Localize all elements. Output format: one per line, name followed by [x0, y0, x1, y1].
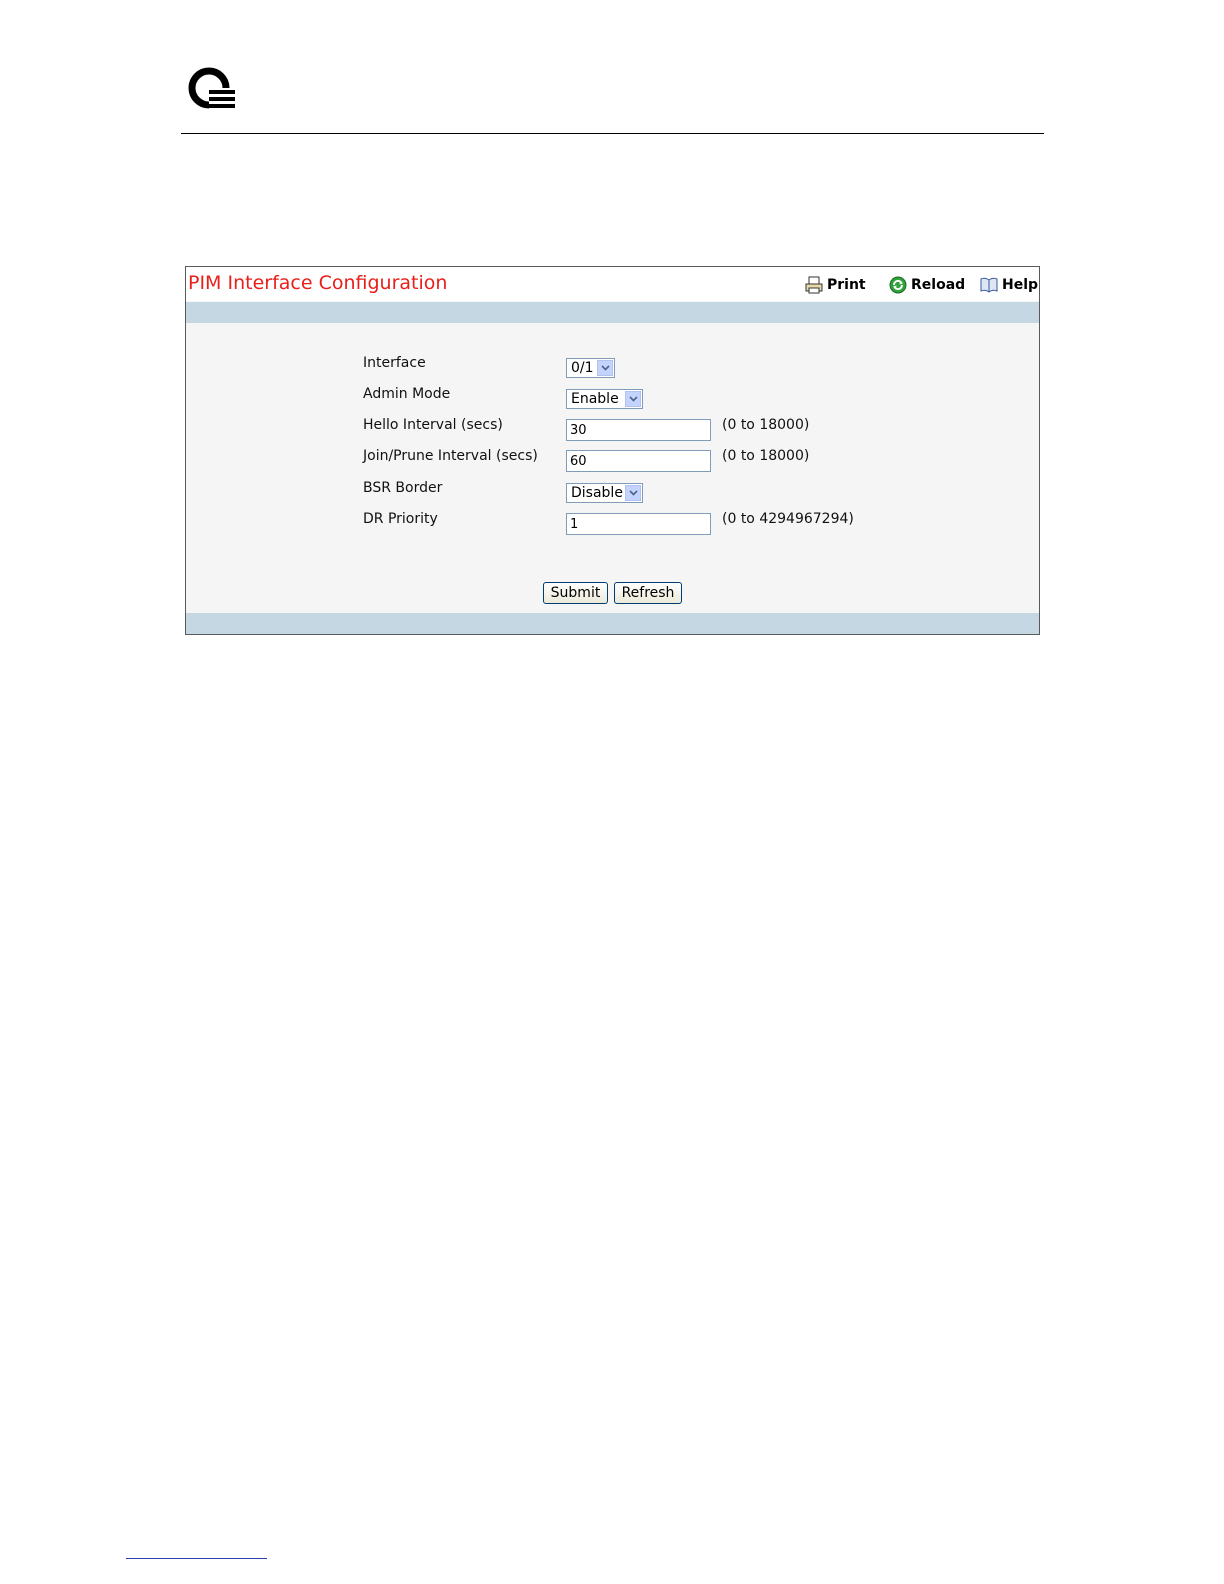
hello-interval-range: (0 to 18000): [722, 417, 810, 433]
chevron-down-icon: [597, 360, 613, 376]
help-book-icon: [980, 277, 998, 293]
dr-priority-range: (0 to 4294967294): [722, 511, 854, 527]
refresh-button[interactable]: Refresh: [614, 582, 682, 604]
print-label: Print: [827, 277, 866, 293]
admin-mode-select[interactable]: Enable: [566, 389, 643, 409]
chevron-down-icon: [625, 391, 641, 407]
admin-mode-value: Enable: [571, 391, 619, 407]
interface-value: 0/1: [571, 360, 594, 376]
footer-link-underline: [126, 1558, 267, 1559]
join-prune-interval-input[interactable]: [566, 450, 711, 472]
dr-priority-input[interactable]: [566, 513, 711, 535]
chevron-down-icon: [625, 485, 641, 501]
header-divider: [181, 133, 1044, 134]
hello-interval-input[interactable]: [566, 419, 711, 441]
admin-mode-label: Admin Mode: [363, 386, 451, 402]
pim-interface-config-panel: PIM Interface Configuration Print Reload: [185, 266, 1040, 635]
reload-icon: [889, 276, 907, 294]
join-prune-interval-label: Join/Prune Interval (secs): [363, 448, 538, 464]
title-bar: PIM Interface Configuration Print Reload: [186, 267, 1039, 301]
qlogic-logo-icon: [188, 67, 235, 112]
bsr-border-select[interactable]: Disable: [566, 483, 643, 503]
join-prune-interval-range: (0 to 18000): [722, 448, 810, 464]
print-button[interactable]: Print: [805, 275, 866, 295]
help-label: Help: [1002, 277, 1039, 293]
reload-label: Reload: [911, 277, 966, 293]
reload-button[interactable]: Reload: [889, 275, 965, 295]
page-title: PIM Interface Configuration: [188, 272, 448, 294]
panel-footer-band: [186, 613, 1039, 634]
printer-icon: [805, 276, 823, 294]
dr-priority-label: DR Priority: [363, 511, 438, 527]
bsr-border-label: BSR Border: [363, 480, 443, 496]
interface-label: Interface: [363, 355, 426, 371]
help-button[interactable]: Help: [980, 275, 1038, 295]
hello-interval-label: Hello Interval (secs): [363, 417, 503, 433]
panel-header-band: [186, 302, 1039, 323]
bsr-border-value: Disable: [571, 485, 623, 501]
submit-button[interactable]: Submit: [543, 582, 608, 604]
interface-select[interactable]: 0/1: [566, 358, 615, 378]
